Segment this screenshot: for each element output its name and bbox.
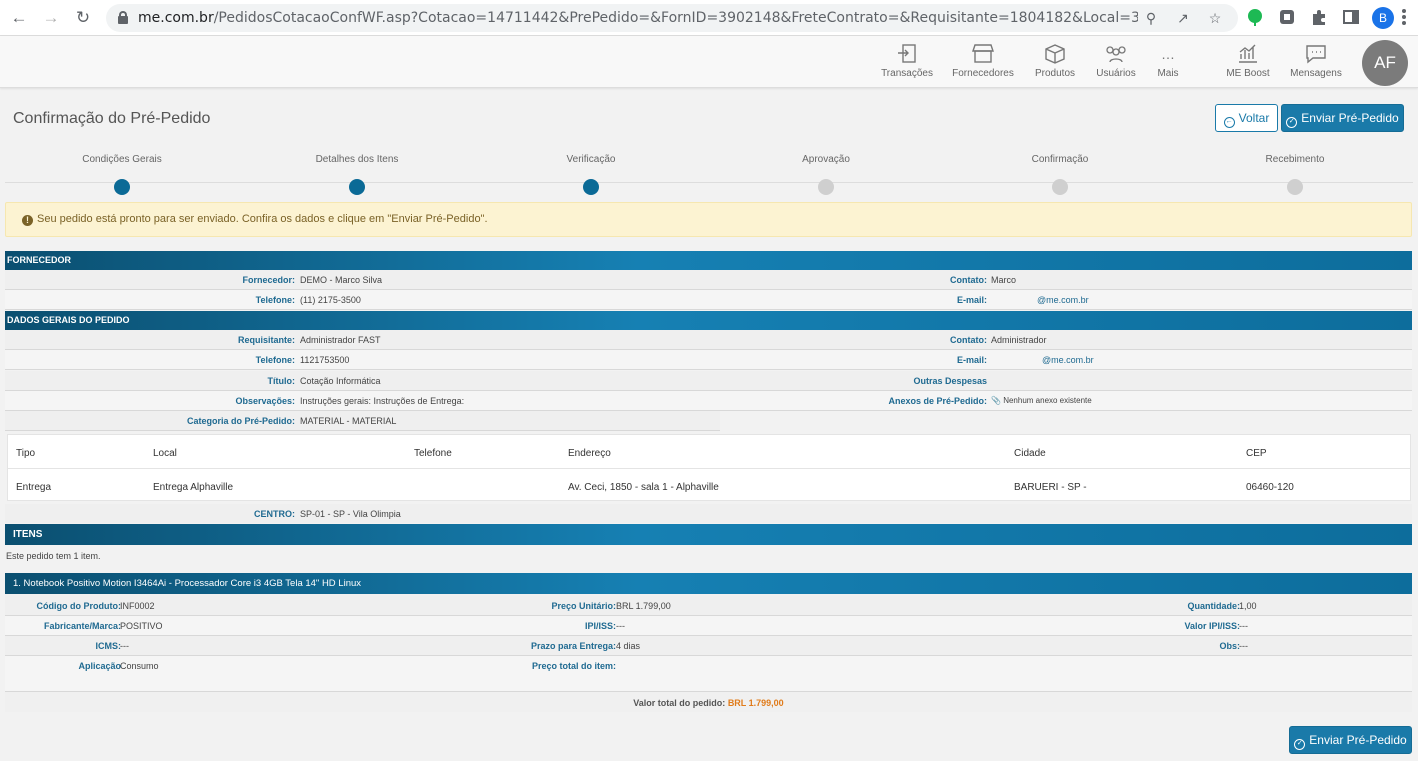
step-dot [114,179,130,195]
table-divider [8,468,1410,469]
nav-usuarios[interactable]: Usuários [1094,42,1138,79]
chart-icon [1235,42,1261,66]
exclamation-icon: ! [22,215,33,226]
item-row: Fabricante/Marca: POSITIVO IPI/ISS: --- … [5,616,1412,636]
fornecedor-value: DEMO - Marco Silva [300,275,383,285]
arrow-left-icon: ← [1223,117,1235,128]
step-recebimento: Recebimento [1225,154,1365,195]
nav-mais[interactable]: … Mais [1150,42,1186,79]
step-confirmacao: Confirmação [990,154,1130,195]
items-count: Este pedido tem 1 item. [6,551,101,561]
store-icon [970,42,996,66]
dados-row: Telefone: 1121753500 E-mail: @me.com.br [5,350,1412,370]
nav-fornecedores[interactable]: Fornecedores [950,42,1016,79]
ready-alert: ! Seu pedido está pronto para ser enviado… [5,202,1412,237]
sidebar-icon[interactable] [1342,8,1362,28]
url-text[interactable]: me.com.br/PedidosCotacaoConfWF.asp?Cotac… [138,10,1138,26]
item-details: Código do Produto: INF0002 Preço Unitári… [5,594,1412,712]
browser-toolbar: ← → ↻ me.com.br/PedidosCotacaoConfWF.asp… [0,0,1418,36]
extension-icon[interactable] [1278,8,1298,28]
address-bar[interactable]: me.com.br/PedidosCotacaoConfWF.asp?Cotac… [106,4,1238,32]
puzzle-icon[interactable] [1310,8,1330,28]
step-dot [349,179,365,195]
fornecedor-row: Telefone: (11) 2175-3500 E-mail: @me.com… [5,290,1412,310]
app-header: Transações Fornecedores Produtos Usuário… [0,36,1418,88]
item-title: 1. Notebook Positivo Motion I3464Ai - Pr… [5,573,1412,594]
step-dot [583,179,599,195]
delivery-table: Tipo Local Telefone Endereço Cidade CEP … [7,434,1411,501]
star-icon[interactable]: ☆ [1206,9,1224,27]
send-pre-order-button-bottom[interactable]: ✓ Enviar Pré-Pedido [1289,726,1412,754]
stepper-line [5,182,1413,183]
send-pre-order-button[interactable]: ✓ Enviar Pré-Pedido [1281,104,1404,132]
item-row: Código do Produto: INF0002 Preço Unitári… [5,596,1412,616]
reload-icon[interactable]: ↻ [73,8,93,28]
step-condicoes-gerais: Condições Gerais [52,154,192,195]
nav-mensagens[interactable]: Mensagens [1288,42,1344,79]
lock-icon[interactable] [118,11,128,24]
page-title: Confirmação do Pré-Pedido [13,110,211,127]
paperclip-icon: 📎 [991,396,1001,405]
section-fornecedor: FORNECEDOR [5,251,1412,270]
fornecedor-row: Fornecedor: DEMO - Marco Silva Contato: … [5,270,1412,290]
section-itens: ITENS [5,524,1412,545]
menu-icon[interactable] [1402,9,1406,27]
dados-row: Observações: Instruções gerais: Instruçõ… [5,391,1412,411]
users-icon [1103,42,1129,66]
step-aprovacao: Aprovação [756,154,896,195]
step-verificacao: Verificação [521,154,661,195]
step-dot [818,179,834,195]
item-row: Aplicação Consumo Preço total do item: [5,656,1412,692]
share-icon[interactable]: ↗ [1174,9,1192,27]
back-icon[interactable]: ← [9,8,29,28]
check-icon: ✓ [1286,117,1298,128]
order-total-value: BRL 1.799,00 [727,698,784,708]
check-icon: ✓ [1294,739,1306,750]
box-icon [1042,42,1068,66]
anexos-value: 📎 Nenhum anexo existente [991,396,1092,405]
step-dot [1287,179,1303,195]
nav-transacoes[interactable]: Transações [880,42,934,79]
nav-me-boost[interactable]: ME Boost [1222,42,1274,79]
dados-row: Título: Cotação Informática Outras Despe… [5,371,1412,391]
order-total: Valor total do pedido: BRL 1.799,00 [633,698,784,708]
forward-icon[interactable]: → [41,8,61,28]
zoom-icon[interactable]: ⚲ [1142,9,1160,27]
centro-row: CENTRO: SP-01 - SP - Vila Olimpia [5,504,1412,523]
more-icon: … [1161,46,1175,62]
message-icon [1303,42,1329,66]
profile-avatar[interactable]: B [1372,7,1394,29]
dados-row: Categoria do Pré-Pedido: MATERIAL - MATE… [5,411,720,431]
extension-icon[interactable] [1246,8,1266,28]
step-dot [1052,179,1068,195]
user-avatar[interactable]: AF [1362,40,1408,86]
step-detalhes-itens: Detalhes dos Itens [287,154,427,195]
item-row: ICMS: --- Prazo para Entrega: 4 dias Obs… [5,636,1412,656]
transactions-icon [894,42,920,66]
back-button[interactable]: ← Voltar [1215,104,1278,132]
nav-produtos[interactable]: Produtos [1030,42,1080,79]
section-dados-gerais: DADOS GERAIS DO PEDIDO [5,311,1412,330]
email-link[interactable]: @me.com.br [1042,355,1094,365]
dados-row: Requisitante: Administrador FAST Contato… [5,330,1412,350]
email-link[interactable]: @me.com.br [1037,295,1089,305]
